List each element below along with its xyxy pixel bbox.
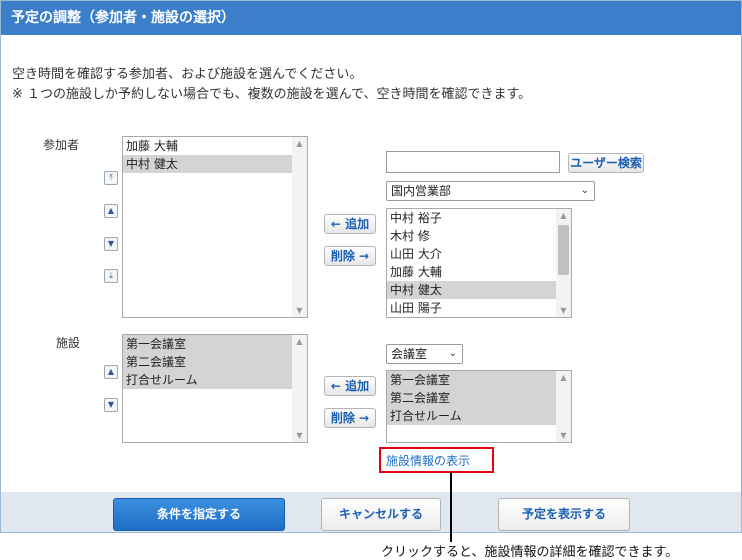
instruction-line-2: ※ １つの施設しか予約しない場合でも、複数の施設を選んで、空き時間を確認できます… — [12, 87, 532, 102]
arrow-up-icon: ▲ — [107, 206, 115, 215]
move-top-icon: ⤒ — [109, 173, 113, 182]
scroll-down-icon[interactable]: ▼ — [292, 429, 307, 442]
move-down-button[interactable]: ▼ — [104, 237, 118, 251]
arrow-down-icon: ▼ — [107, 400, 115, 409]
participants-label: 参加者 — [43, 138, 80, 152]
remove-facility-button[interactable]: 削除 → — [324, 408, 376, 428]
chevron-down-icon: ⌄ — [580, 185, 589, 196]
facility-move-up-button[interactable]: ▲ — [104, 365, 118, 379]
scroll-down-icon[interactable]: ▼ — [556, 429, 571, 442]
schedule-adjust-dialog: 予定の調整（参加者・施設の選択） 空き時間を確認する参加者、および施設を選んでく… — [0, 0, 742, 533]
list-item[interactable]: 加藤 大輔 — [387, 263, 571, 281]
add-participant-button[interactable]: ← 追加 — [324, 214, 376, 234]
list-item[interactable]: 中村 健太 — [387, 281, 571, 299]
list-item[interactable]: 第一会議室 — [123, 335, 307, 353]
dialog-title: 予定の調整（参加者・施設の選択） — [1, 1, 741, 35]
list-item[interactable]: 山田 大介 — [387, 245, 571, 263]
move-bottom-icon: ⤓ — [109, 271, 113, 280]
scroll-down-icon[interactable]: ▼ — [292, 304, 307, 317]
list-item[interactable]: 打合せルーム — [123, 371, 307, 389]
scroll-up-icon[interactable]: ▲ — [556, 371, 571, 384]
scrollbar[interactable]: ▲ ▼ — [292, 137, 307, 317]
list-item[interactable]: 中村 裕子 — [387, 209, 571, 227]
callout-note: クリックすると、施設情報の詳細を確認できます。 — [381, 545, 679, 560]
list-item[interactable]: 中村 健太 — [123, 155, 307, 173]
list-item[interactable]: 加藤 大輔 — [123, 137, 307, 155]
chevron-down-icon: ⌄ — [448, 348, 457, 359]
list-item[interactable]: 打合せルーム — [387, 407, 571, 425]
instructions: 空き時間を確認する参加者、および施設を選んでください。 ※ １つの施設しか予約し… — [12, 65, 531, 105]
facilities-label: 施設 — [56, 336, 81, 350]
selected-participants-list[interactable]: 加藤 大輔 中村 健太 ▲ ▼ — [122, 136, 308, 318]
scrollbar-thumb[interactable] — [558, 225, 569, 275]
scroll-up-icon[interactable]: ▲ — [292, 335, 307, 348]
move-bottom-button[interactable]: ⤓ — [104, 269, 118, 283]
selected-facilities-list[interactable]: 第一会議室 第二会議室 打合せルーム ▲ ▼ — [122, 334, 308, 443]
scrollbar[interactable]: ▲ ▼ — [556, 371, 571, 442]
candidate-facilities-list[interactable]: 第一会議室 第二会議室 打合せルーム ▲ ▼ — [386, 370, 572, 443]
candidate-users-list[interactable]: 中村 裕子 木村 修山田 大介 加藤 大輔 中村 健太 山田 陽子 ▲ ▼ — [386, 208, 572, 318]
scrollbar[interactable]: ▲ ▼ — [292, 335, 307, 442]
specify-conditions-button[interactable]: 条件を指定する — [113, 498, 285, 531]
add-facility-button[interactable]: ← 追加 — [324, 376, 376, 396]
facility-info-link[interactable]: 施設情報の表示 — [386, 452, 470, 469]
arrow-up-icon: ▲ — [107, 367, 115, 376]
cancel-button[interactable]: キャンセルする — [321, 498, 441, 531]
move-top-button[interactable]: ⤒ — [104, 171, 118, 185]
dialog-content: 空き時間を確認する参加者、および施設を選んでください。 ※ １つの施設しか予約し… — [1, 35, 741, 492]
move-up-button[interactable]: ▲ — [104, 204, 118, 218]
list-item[interactable]: 第二会議室 — [123, 353, 307, 371]
arrow-down-icon: ▼ — [107, 239, 115, 248]
list-item[interactable]: 木村 修 — [387, 227, 571, 245]
remove-participant-button[interactable]: 削除 → — [324, 246, 376, 266]
dialog-footer: 条件を指定する キャンセルする 予定を表示する — [1, 492, 741, 532]
facility-move-down-button[interactable]: ▼ — [104, 398, 118, 412]
show-schedule-button[interactable]: 予定を表示する — [498, 498, 630, 531]
scrollbar[interactable]: ▲ ▼ — [556, 209, 571, 317]
scroll-up-icon[interactable]: ▲ — [556, 209, 571, 222]
user-search-button[interactable]: ユーザー検索 — [568, 153, 644, 173]
group-select-value: 国内営業部 — [391, 184, 452, 198]
list-item[interactable]: 第二会議室 — [387, 389, 571, 407]
scroll-down-icon[interactable]: ▼ — [556, 304, 571, 317]
group-select[interactable]: 国内営業部 ⌄ — [386, 181, 595, 201]
facility-group-select-value: 会議室 — [391, 347, 428, 361]
list-item[interactable]: 山田 陽子 — [387, 299, 571, 317]
callout-line — [450, 472, 452, 542]
user-search-input[interactable] — [386, 151, 560, 173]
instruction-line-1: 空き時間を確認する参加者、および施設を選んでください。 — [12, 67, 363, 82]
list-item[interactable]: 第一会議室 — [387, 371, 571, 389]
facility-group-select[interactable]: 会議室 ⌄ — [386, 344, 463, 364]
scroll-up-icon[interactable]: ▲ — [292, 137, 307, 150]
